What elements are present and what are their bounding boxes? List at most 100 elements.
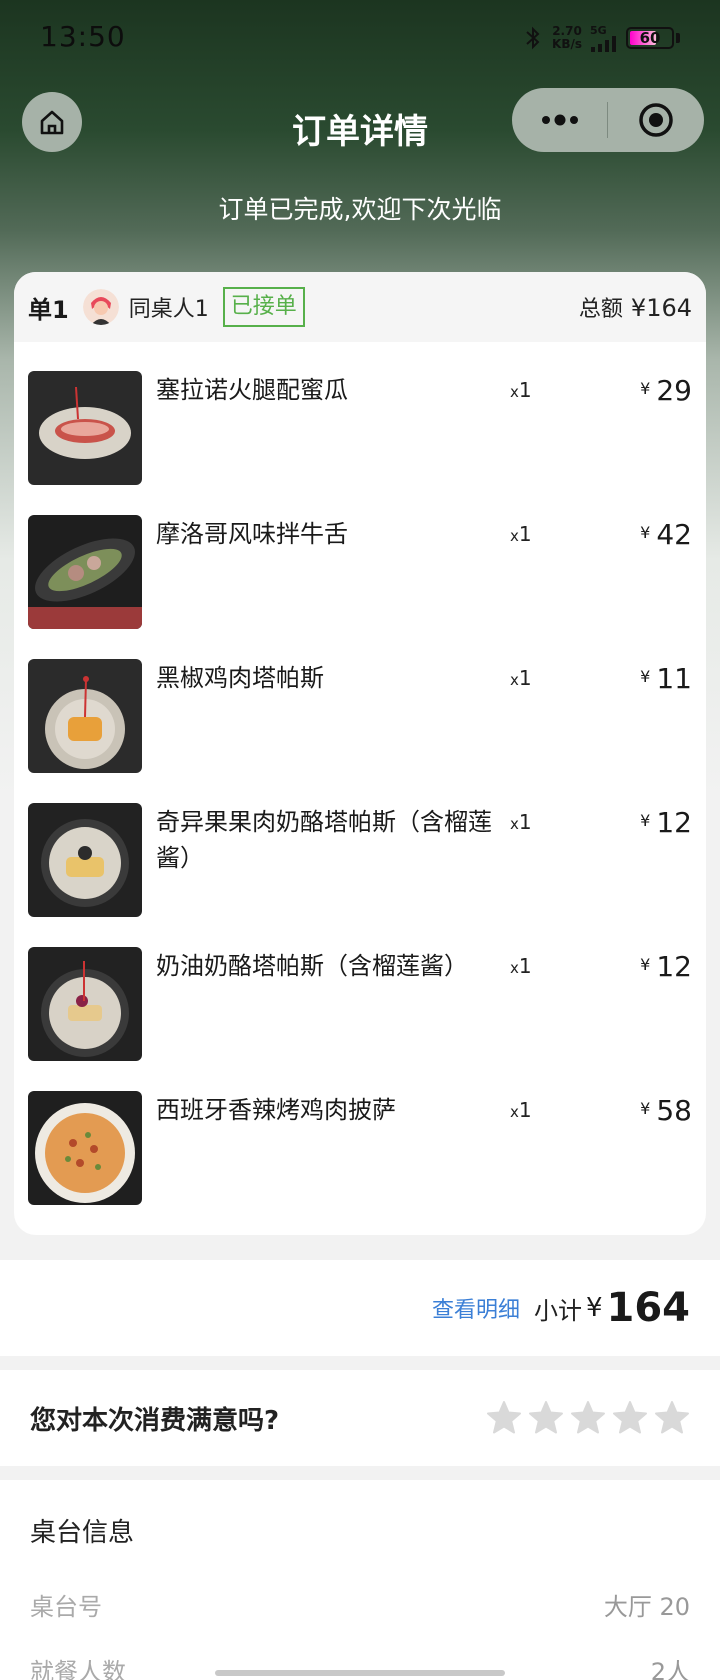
mini-program-capsule [512,88,704,152]
dish-image [28,1091,142,1205]
dish-name: 摩洛哥风味拌牛舌 [156,520,348,548]
avatar [82,289,119,325]
price-value: 42 [656,518,692,551]
order-item: 奇异果果肉奶酪塔帕斯（含榴莲酱） x1 ¥12 [14,774,706,918]
price-currency: ¥ [640,523,651,542]
target-close-icon [638,103,673,137]
view-details-link[interactable]: 查看明细 [432,1292,520,1324]
price-currency: ¥ [640,955,651,974]
quantity-prefix: x [510,1103,519,1121]
star-icon[interactable] [654,1400,690,1436]
order-item-list: 塞拉诺火腿配蜜瓜 x1 ¥29 摩洛哥风味拌牛舌 x1 ¥42 黑椒鸡肉塔帕斯 x1 ¥11 奇异… [14,342,706,1206]
dish-price: ¥11 [640,662,692,695]
order-card: 单1 同桌人1 已接单 总额 ¥164 塞拉诺火腿配蜜瓜 x1 ¥29 摩洛哥风味拌牛舌… [14,272,706,1235]
dish-quantity: x1 [510,666,532,690]
subtotal-bar: 查看明细 小计 ¥ 164 [0,1260,720,1356]
price-value: 12 [656,806,692,839]
star-icon[interactable] [486,1400,522,1436]
network-speed: 2.70 KB/s [552,25,582,51]
dish-quantity: x1 [510,522,532,546]
subtotal-label: 小计 [533,1296,582,1325]
table-number-label: 桌台号 [30,1593,102,1621]
dish-quantity: x1 [510,954,532,978]
home-indicator [215,1670,505,1676]
more-button[interactable] [512,88,607,152]
network-type: 5G [590,23,607,37]
quantity-prefix: x [510,671,519,689]
signal-icon [591,35,616,52]
order-total: 总额 ¥164 [579,291,692,323]
cellular: 5G [590,25,618,52]
order-total-amount: ¥164 [630,294,692,322]
quantity-prefix: x [510,815,519,833]
quantity-prefix: x [510,527,519,545]
battery-level: 60 [639,29,661,47]
dish-quantity: x1 [510,378,532,402]
dish-quantity: x1 [510,810,532,834]
table-number-value: 大厅 20 [603,1593,690,1621]
quantity-value: 1 [518,954,532,978]
battery-icon: 60 [626,27,674,49]
order-item: 西班牙香辣烤鸡肉披萨 x1 ¥58 [14,1062,706,1206]
status-bar: 13:50 2.70 KB/s 5G 60 [0,0,720,80]
dish-name: 塞拉诺火腿配蜜瓜 [156,376,348,404]
battery: 60 [626,27,680,49]
network-speed-unit: KB/s [552,37,582,51]
price-value: 11 [656,662,692,695]
navigation-bar: 订单详情 [0,86,720,166]
subtotal-currency: ¥ [585,1293,603,1323]
order-owner: 同桌人1 [128,297,209,322]
quantity-value: 1 [518,1098,532,1122]
dish-price: ¥12 [640,950,692,983]
more-dots-icon [541,114,578,126]
dish-image [28,371,142,485]
price-value: 12 [656,950,692,983]
order-card-header: 单1 同桌人1 已接单 总额 ¥164 [14,272,706,342]
diners-label: 就餐人数 [30,1658,126,1680]
star-icon[interactable] [528,1400,564,1436]
dish-price: ¥42 [640,518,692,551]
order-total-label: 总额 [578,297,623,322]
dish-quantity: x1 [510,1098,532,1122]
rating-stars [486,1400,690,1436]
order-item: 奶油奶酪塔帕斯（含榴莲酱） x1 ¥12 [14,918,706,1062]
quantity-value: 1 [518,378,532,402]
order-number: 单1 [28,295,69,324]
rating-question: 您对本次消费满意吗? [30,1405,280,1436]
quantity-value: 1 [518,522,532,546]
quantity-prefix: x [510,383,519,401]
star-icon[interactable] [612,1400,648,1436]
quantity-prefix: x [510,959,519,977]
order-item: 塞拉诺火腿配蜜瓜 x1 ¥29 [14,342,706,486]
status-icons: 2.70 KB/s 5G 60 [522,24,680,52]
rating-bar: 您对本次消费满意吗? [0,1370,720,1466]
subtotal-value: 164 [606,1285,691,1331]
dish-price: ¥12 [640,806,692,839]
dish-price: ¥29 [640,374,692,407]
price-currency: ¥ [640,667,651,686]
table-info-title: 桌台信息 [30,1518,135,1548]
bluetooth-icon [526,26,540,50]
price-currency: ¥ [640,1099,651,1118]
diners-value: 2人 [650,1658,690,1680]
order-status-text: 订单已完成,欢迎下次光临 [218,195,502,224]
star-icon[interactable] [570,1400,606,1436]
dish-image [28,659,142,773]
order-item: 黑椒鸡肉塔帕斯 x1 ¥11 [14,630,706,774]
dish-image [28,515,142,629]
dish-price: ¥58 [640,1094,692,1127]
dish-image [28,947,142,1061]
price-currency: ¥ [640,811,651,830]
price-value: 58 [656,1094,692,1127]
order-item: 摩洛哥风味拌牛舌 x1 ¥42 [14,486,706,630]
dish-name: 黑椒鸡肉塔帕斯 [156,664,324,692]
table-info: 桌台信息 桌台号 大厅 20 就餐人数 2人 [0,1480,720,1680]
quantity-value: 1 [518,810,532,834]
dish-name: 奇异果果肉奶酪塔帕斯（含榴莲酱） [156,808,492,872]
close-button[interactable] [608,88,703,152]
dish-name: 西班牙香辣烤鸡肉披萨 [156,1096,396,1124]
dish-name: 奶油奶酪塔帕斯（含榴莲酱） [156,952,468,980]
dish-image [28,803,142,917]
status-badge: 已接单 [222,287,305,327]
price-value: 29 [656,374,692,407]
